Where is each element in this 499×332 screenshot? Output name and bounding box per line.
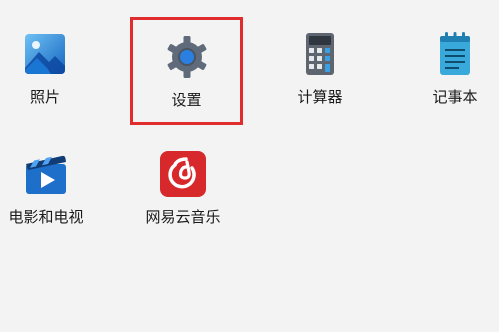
app-label: 照片 — [29, 88, 60, 106]
app-tile-netease-music[interactable]: 网易云音乐 — [135, 150, 231, 226]
movies-tv-icon — [26, 155, 66, 194]
app-label: 记事本 — [432, 88, 478, 106]
app-label: 计算器 — [297, 88, 343, 106]
app-tile-calculator[interactable]: 计算器 — [280, 30, 360, 106]
photos-icon — [25, 34, 65, 74]
app-tile-settings[interactable]: 设置 — [130, 17, 243, 125]
gear-icon — [167, 36, 206, 78]
app-tile-movies-tv[interactable]: 电影和电视 — [0, 150, 92, 226]
app-tile-notepad[interactable]: 记事本 — [415, 30, 495, 106]
calculator-icon — [306, 33, 334, 75]
app-label: 设置 — [171, 91, 202, 109]
netease-music-icon — [160, 151, 206, 197]
app-label: 电影和电视 — [8, 208, 84, 226]
app-tile-photos[interactable]: 照片 — [5, 30, 85, 106]
notepad-icon — [440, 32, 470, 75]
app-label: 网易云音乐 — [145, 208, 221, 226]
